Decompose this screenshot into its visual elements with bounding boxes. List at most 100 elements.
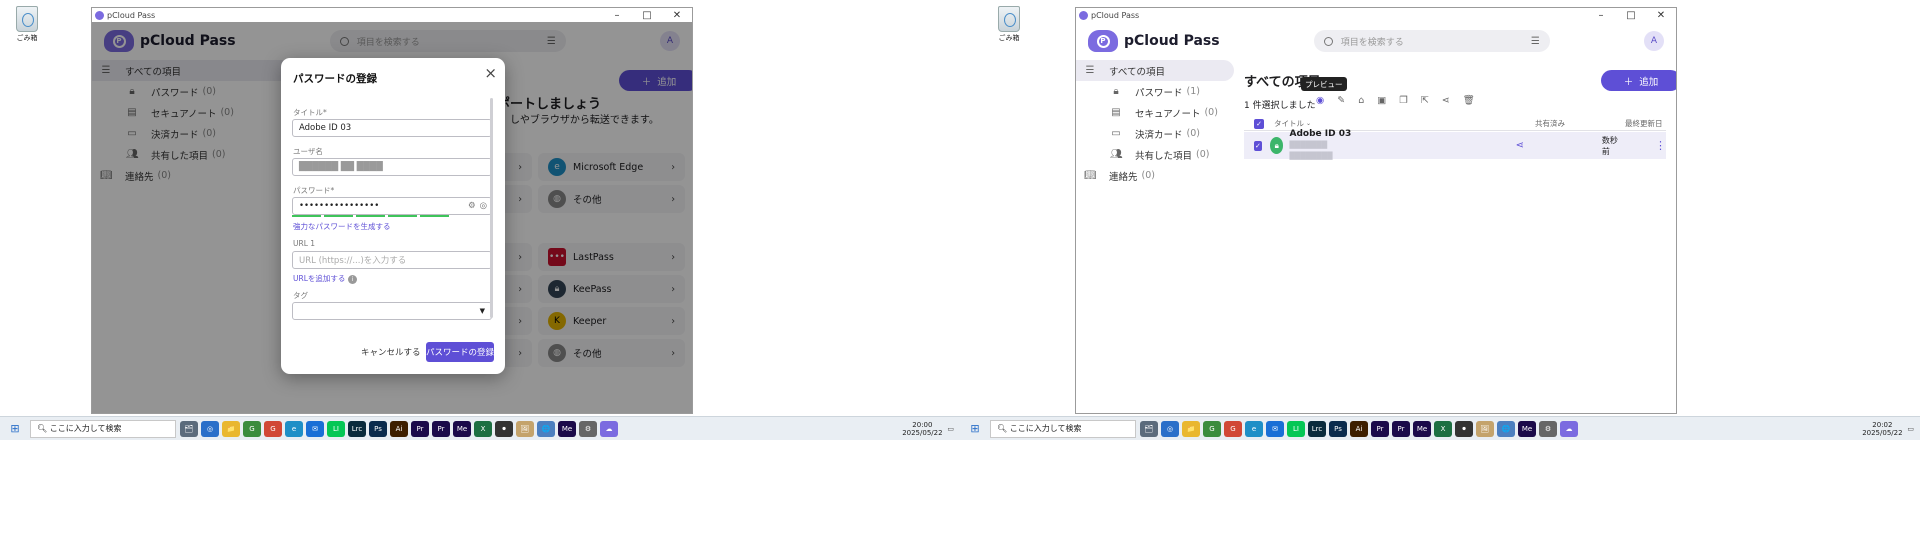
search-input[interactable]: 項目を検索する ☰	[1313, 30, 1550, 52]
avatar[interactable]: A	[1643, 31, 1664, 51]
taskbar-app-icon[interactable]: 🗂	[180, 420, 198, 437]
taskbar-app-icon[interactable]: e	[1245, 420, 1263, 437]
sidebar-item-notes[interactable]: ▤ セキュアノート (0)	[1076, 102, 1234, 123]
add-url-link[interactable]: URLを追加する i	[293, 273, 357, 284]
taskbar-search[interactable]: 🔍︎ ここに入力して検索	[990, 419, 1136, 438]
taskbar-app-icon[interactable]: Lrc	[1308, 420, 1326, 437]
taskbar-app-icon[interactable]: LI	[1287, 420, 1305, 437]
taskbar-app-icon[interactable]: Pr	[432, 420, 450, 437]
password-value: ••••••••••••••••	[299, 201, 380, 211]
minimize-button[interactable]: –	[602, 10, 632, 21]
tag-icon[interactable]: ⌂	[1358, 95, 1364, 106]
sidebar-item-cards[interactable]: ▭ 決済カード (0)	[1076, 123, 1234, 144]
select-all-checkbox[interactable]: ✓	[1254, 118, 1264, 129]
url-field[interactable]: URL (https://...)を入力する	[292, 251, 492, 269]
edit-icon[interactable]: ✎	[1337, 95, 1345, 106]
generate-password-link[interactable]: 強力なパスワードを生成する	[293, 221, 391, 232]
taskbar-app-icon[interactable]: ◎	[1161, 420, 1179, 437]
taskbar-clock[interactable]: 20:02 2025/05/22	[1857, 421, 1907, 437]
windows-start-icon[interactable]: ⊞	[0, 422, 30, 435]
taskbar-app-icon[interactable]: Me	[558, 420, 576, 437]
taskbar-app-icon[interactable]: Ps	[369, 420, 387, 437]
lock-icon: 🔒︎	[1269, 137, 1284, 154]
taskbar-app-icon[interactable]: ⚫	[1455, 420, 1473, 437]
close-button[interactable]: ✕	[1646, 10, 1676, 21]
taskbar-app-icon[interactable]: ✉	[306, 420, 324, 437]
taskbar-app-icon[interactable]: Pr	[1371, 420, 1389, 437]
taskbar-app-icon[interactable]: ☁	[600, 420, 618, 437]
share-icon[interactable]: ⋖	[1442, 95, 1450, 106]
password-field[interactable]: •••••••••••••••• ⚙ ◎	[292, 197, 492, 215]
more-options-icon[interactable]: ⋮	[1655, 139, 1666, 152]
copy-icon[interactable]: ❐	[1399, 95, 1408, 106]
share-icon[interactable]: ⋖	[1516, 140, 1524, 151]
taskbar-app-icon[interactable]: LI	[327, 420, 345, 437]
app-icon	[1079, 10, 1088, 20]
taskbar-app-icon[interactable]: Me	[453, 420, 471, 437]
taskbar-app-icon[interactable]: ⚙	[579, 420, 597, 437]
filter-icon[interactable]: ☰	[1531, 36, 1540, 47]
windows-start-icon[interactable]: ⊞	[960, 422, 990, 435]
taskbar-app-icon[interactable]: 🌐	[537, 420, 555, 437]
gear-icon[interactable]: ⚙	[468, 201, 476, 211]
column-title[interactable]: タイトル	[1274, 118, 1304, 129]
taskbar-app-icon[interactable]: 🌐	[1497, 420, 1515, 437]
table-row[interactable]: ✓ 🔒︎ Adobe ID 03 ███████ ████████ ⋖ 数秒前 …	[1244, 129, 1666, 160]
taskbar-app-icon[interactable]: Pr	[1392, 420, 1410, 437]
taskbar-app-icon[interactable]: X	[474, 420, 492, 437]
dialog-scrollbar[interactable]	[490, 98, 493, 318]
row-checkbox[interactable]: ✓	[1254, 140, 1262, 151]
trash-icon[interactable]: 🗑︎	[1463, 95, 1475, 106]
close-button[interactable]: ✕	[662, 10, 692, 21]
register-password-button[interactable]: パスワードの登録	[426, 342, 494, 362]
taskbar-app-icon[interactable]: Ps	[1329, 420, 1347, 437]
tags-select[interactable]: ▼	[292, 302, 492, 320]
notification-icon[interactable]: ▭	[1907, 425, 1914, 433]
taskbar-app-icon[interactable]: Ai	[390, 420, 408, 437]
recycle-bin[interactable]: ごみ箱	[2, 6, 52, 43]
sidebar-item-contacts[interactable]: 📖︎ 連絡先 (0)	[1076, 165, 1234, 186]
taskbar-app-icon[interactable]: G	[1224, 420, 1242, 437]
close-icon[interactable]: ×	[484, 64, 497, 82]
taskbar-app-icon[interactable]: G	[264, 420, 282, 437]
title-field[interactable]: Adobe ID 03	[292, 119, 492, 137]
minimize-button[interactable]: –	[1586, 10, 1616, 21]
eye-icon[interactable]: ◉	[1316, 95, 1324, 106]
taskbar-app-icon[interactable]: Me	[1413, 420, 1431, 437]
taskbar-app-icon[interactable]: ⚙	[1539, 420, 1557, 437]
taskbar-app-icon[interactable]: e	[285, 420, 303, 437]
taskbar-clock[interactable]: 20:00 2025/05/22	[897, 421, 947, 437]
taskbar-app-icon[interactable]: G	[1203, 420, 1221, 437]
taskbar-app-icon[interactable]: 📁	[222, 420, 240, 437]
move-icon[interactable]: ▣	[1377, 95, 1386, 106]
sidebar-item-passwords[interactable]: 🔒︎ パスワード (1)	[1076, 81, 1234, 102]
taskbar-app-icon[interactable]: ☁	[1560, 420, 1578, 437]
taskbar-search[interactable]: 🔍︎ ここに入力して検索	[30, 419, 176, 438]
taskbar-app-icon[interactable]: ⚫	[495, 420, 513, 437]
add-button[interactable]: ＋ 追加	[1601, 70, 1676, 91]
taskbar-app-icon[interactable]: 🗂	[1140, 420, 1158, 437]
taskbar-app-icon[interactable]: Ai	[1350, 420, 1368, 437]
info-icon[interactable]: i	[347, 275, 357, 284]
taskbar-app-icon[interactable]: ✉	[1266, 420, 1284, 437]
cancel-button[interactable]: キャンセルする	[361, 346, 421, 358]
taskbar-app-icon[interactable]: Me	[1518, 420, 1536, 437]
sort-chevron-icon[interactable]: ⌄	[1306, 120, 1311, 127]
taskbar-app-icon[interactable]: 🖼	[1476, 420, 1494, 437]
maximize-button[interactable]: □	[632, 10, 662, 21]
taskbar-app-icon[interactable]: Lrc	[348, 420, 366, 437]
eye-off-icon[interactable]: ◎	[480, 201, 487, 211]
sidebar-item-all[interactable]: ☰ すべての項目	[1076, 60, 1234, 81]
taskbar-app-icon[interactable]: G	[243, 420, 261, 437]
open-external-icon[interactable]: ⇱	[1421, 95, 1429, 106]
taskbar-app-icon[interactable]: 📁	[1182, 420, 1200, 437]
maximize-button[interactable]: □	[1616, 10, 1646, 21]
taskbar-app-icon[interactable]: Pr	[411, 420, 429, 437]
notification-icon[interactable]: ▭	[947, 425, 954, 433]
taskbar-app-icon[interactable]: X	[1434, 420, 1452, 437]
taskbar-app-icon[interactable]: ◎	[201, 420, 219, 437]
username-field[interactable]: ██████ ██ ████	[292, 158, 492, 176]
sidebar-item-shared[interactable]: 👥︎ 共有した項目 (0)	[1076, 144, 1234, 165]
recycle-bin[interactable]: ごみ箱	[984, 6, 1034, 43]
taskbar-app-icon[interactable]: 🖼	[516, 420, 534, 437]
